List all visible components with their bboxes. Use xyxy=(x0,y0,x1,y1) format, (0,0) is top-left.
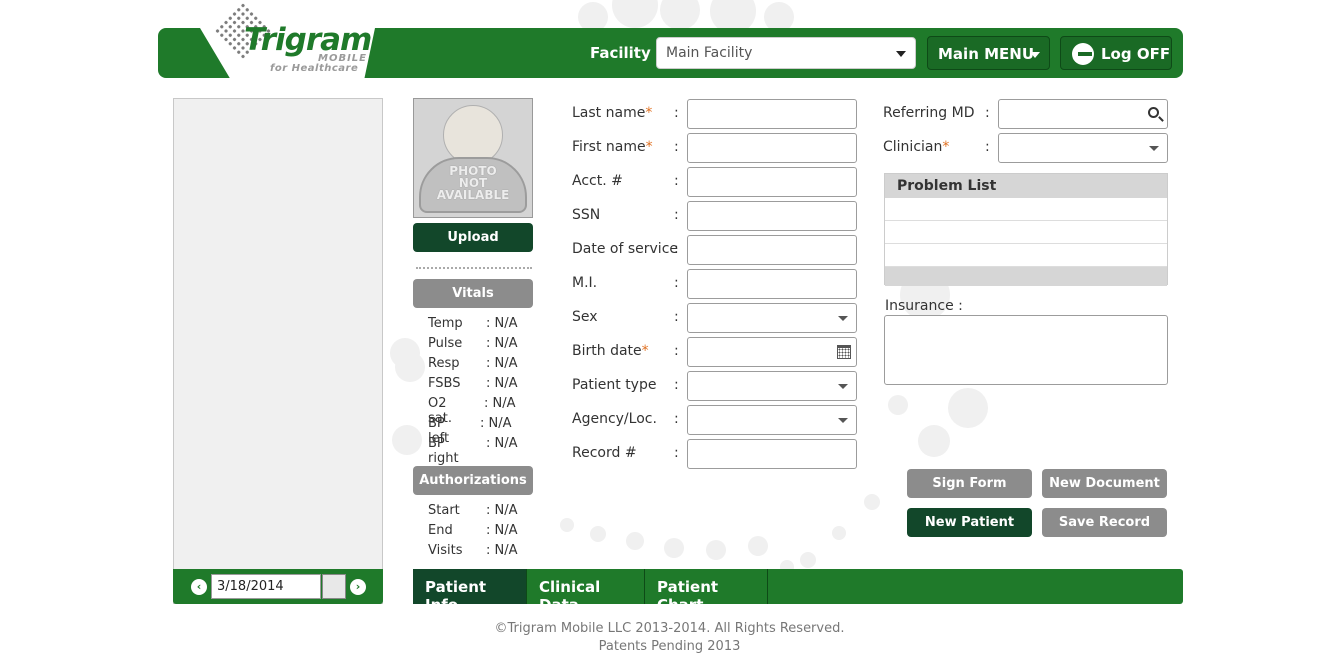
problem-list: Problem List xyxy=(884,173,1168,286)
list-item[interactable] xyxy=(885,198,1167,221)
logo-tagline: for Healthcare xyxy=(270,63,359,74)
tab-clinical-data[interactable]: Clinical Data xyxy=(527,569,645,614)
record-label: Record # xyxy=(572,445,637,461)
save-record-button[interactable]: Save Record xyxy=(1042,508,1167,537)
insurance-label: Insurance : xyxy=(885,298,963,314)
mi-input[interactable] xyxy=(687,269,857,299)
log-off-button[interactable]: Log OFF xyxy=(1060,36,1172,70)
calendar-icon[interactable] xyxy=(322,574,346,599)
sex-label: Sex xyxy=(572,309,598,325)
bottom-tab-bar: Patient Info Clinical Data Patient Chart xyxy=(413,569,1183,614)
last-name-input[interactable] xyxy=(687,99,857,129)
trigram-logo: Trigram MOBILE for Healthcare xyxy=(200,0,380,78)
facility-select[interactable]: Main Facility xyxy=(656,37,916,69)
ssn-label: SSN xyxy=(572,207,601,223)
clinician-label: Clinician* xyxy=(883,139,950,155)
colon: : xyxy=(674,377,679,393)
colon: : xyxy=(674,139,679,155)
problem-list-footer xyxy=(885,267,1167,286)
photo-text-3: AVAILABLE xyxy=(436,188,510,202)
chevron-down-icon xyxy=(896,51,906,57)
colon: : xyxy=(674,241,679,257)
divider xyxy=(416,267,532,269)
agency-label: Agency/Loc. xyxy=(572,411,657,427)
next-day-button[interactable]: › xyxy=(350,579,366,595)
facility-label: Facility xyxy=(590,44,651,62)
chevron-down-icon xyxy=(1030,52,1040,58)
birth-date-label: Birth date* xyxy=(572,343,649,359)
chevron-down-icon xyxy=(1149,146,1159,151)
search-icon[interactable] xyxy=(1148,107,1159,118)
copyright-text: ©Trigram Mobile LLC 2013-2014. All Right… xyxy=(494,621,845,636)
date-of-service-input[interactable] xyxy=(687,235,857,265)
insurance-textarea[interactable] xyxy=(884,315,1168,385)
ssn-input[interactable] xyxy=(687,201,857,231)
vitals-header[interactable]: Vitals xyxy=(413,279,533,308)
sign-form-button[interactable]: Sign Form xyxy=(907,469,1032,498)
problem-list-title: Problem List xyxy=(885,174,1167,198)
date-of-service-label: Date of service xyxy=(572,241,679,257)
patient-type-label: Patient type xyxy=(572,377,657,393)
colon: : xyxy=(674,173,679,189)
chevron-down-icon xyxy=(838,384,848,389)
clinician-select[interactable] xyxy=(998,133,1168,163)
new-patient-button[interactable]: New Patient xyxy=(907,508,1032,537)
first-name-label: First name* xyxy=(572,139,653,155)
colon: : xyxy=(674,343,679,359)
date-navigator: ‹ 3/18/2014 › xyxy=(173,569,383,604)
list-item[interactable] xyxy=(885,244,1167,267)
colon: : xyxy=(674,207,679,223)
calendar-icon[interactable] xyxy=(837,345,851,359)
facility-value: Main Facility xyxy=(666,45,753,61)
colon: : xyxy=(674,105,679,121)
authorizations-header[interactable]: Authorizations xyxy=(413,466,533,495)
chevron-down-icon xyxy=(838,418,848,423)
colon: : xyxy=(985,139,990,155)
referring-md-label: Referring MD xyxy=(883,105,975,121)
tab-patient-info[interactable]: Patient Info xyxy=(413,569,527,614)
mi-label: M.I. xyxy=(572,275,598,291)
new-document-button[interactable]: New Document xyxy=(1042,469,1167,498)
schedule-panel[interactable] xyxy=(173,98,383,604)
last-name-label: Last name* xyxy=(572,105,653,121)
upload-button[interactable]: Upload xyxy=(413,223,533,252)
colon: : xyxy=(985,105,990,121)
main-menu-label: Main MENU xyxy=(938,45,1034,63)
log-off-icon xyxy=(1072,43,1094,65)
acct-input[interactable] xyxy=(687,167,857,197)
referring-md-input[interactable] xyxy=(998,99,1168,129)
colon: : xyxy=(674,445,679,461)
list-item[interactable] xyxy=(885,221,1167,244)
colon: : xyxy=(674,309,679,325)
sex-select[interactable] xyxy=(687,303,857,333)
colon: : xyxy=(674,275,679,291)
log-off-label: Log OFF xyxy=(1101,45,1171,63)
date-input[interactable]: 3/18/2014 xyxy=(211,574,321,599)
previous-day-button[interactable]: ‹ xyxy=(191,579,207,595)
chevron-down-icon xyxy=(838,316,848,321)
agency-select[interactable] xyxy=(687,405,857,435)
colon: : xyxy=(674,411,679,427)
patient-type-select[interactable] xyxy=(687,371,857,401)
record-input[interactable] xyxy=(687,439,857,469)
patents-text: Patents Pending 2013 xyxy=(598,639,741,654)
patient-photo: PHOTO NOT AVAILABLE xyxy=(413,98,533,218)
birth-date-input[interactable] xyxy=(687,337,857,367)
tab-patient-chart[interactable]: Patient Chart xyxy=(645,569,768,614)
first-name-input[interactable] xyxy=(687,133,857,163)
main-menu-button[interactable]: Main MENU xyxy=(927,36,1050,70)
acct-label: Acct. # xyxy=(572,173,623,189)
